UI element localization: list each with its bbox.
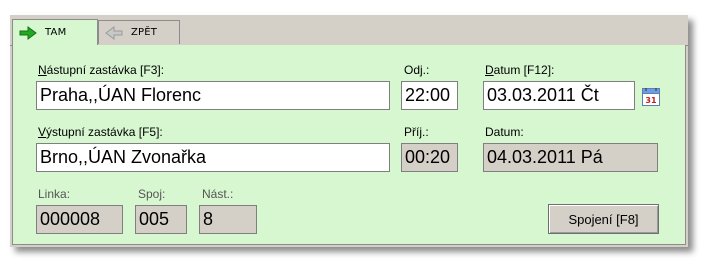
arrival-time-field: 00:20 bbox=[401, 143, 458, 172]
tab-strip: TAM ZPĚT bbox=[10, 15, 688, 46]
calendar-day: 31 bbox=[645, 96, 657, 105]
connection-field: 005 bbox=[135, 205, 187, 234]
boarding-date-label: Datum [F12]: bbox=[485, 63, 555, 77]
connection-window: TAM ZPĚT Nástupní zastávka [F3]: Praha,,… bbox=[10, 15, 688, 247]
alighting-stop-input[interactable]: Brno,,ÚAN Zvonařka bbox=[36, 143, 390, 172]
alighting-stop-label: Výstupní zastávka [F5]: bbox=[38, 125, 163, 139]
alighting-date-label: Datum: bbox=[485, 125, 524, 139]
departure-label: Odj.: bbox=[404, 63, 430, 77]
tab-panel-tam: Nástupní zastávka [F3]: Praha,,ÚAN Flore… bbox=[12, 45, 686, 245]
connections-button[interactable]: Spojení [F8] bbox=[548, 204, 659, 234]
line-field: 000008 bbox=[36, 205, 123, 234]
line-label: Linka: bbox=[38, 187, 71, 201]
platform-label: Nást.: bbox=[202, 187, 234, 201]
calendar-icon[interactable]: 31 bbox=[642, 88, 660, 106]
tab-tam-label: TAM bbox=[45, 27, 67, 38]
platform-field: 8 bbox=[199, 205, 257, 234]
tab-zpet-label: ZPĚT bbox=[131, 27, 158, 38]
tab-tam[interactable]: TAM bbox=[12, 19, 98, 45]
tab-zpet[interactable]: ZPĚT bbox=[98, 20, 180, 44]
arrow-right-icon bbox=[19, 25, 37, 40]
arrow-left-icon bbox=[105, 25, 123, 40]
boarding-stop-label: Nástupní zastávka [F3]: bbox=[38, 63, 165, 77]
boarding-stop-input[interactable]: Praha,,ÚAN Florenc bbox=[36, 81, 390, 110]
departure-time-input[interactable]: 22:00 bbox=[401, 81, 458, 110]
connection-label: Spoj: bbox=[138, 187, 166, 201]
arrival-label: Příj.: bbox=[404, 125, 429, 139]
boarding-date-input[interactable]: 03.03.2011 Čt bbox=[483, 81, 635, 110]
alighting-date-field: 04.03.2011 Pá bbox=[483, 143, 658, 172]
